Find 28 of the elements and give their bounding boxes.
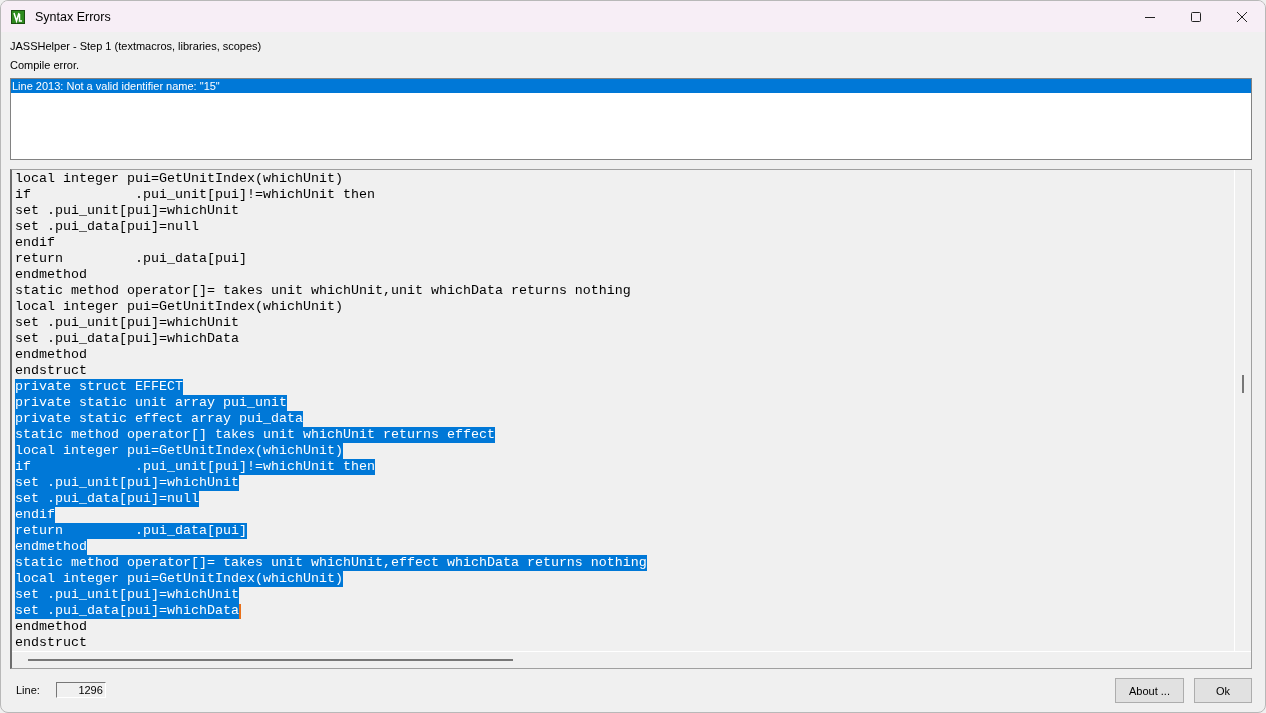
close-icon (1237, 11, 1247, 22)
error-item[interactable]: Line 2013: Not a valid identifier name: "15" (11, 79, 1251, 93)
status-text: JASSHelper - Step 1 (textmacros, libraries, scopes) (10, 39, 263, 53)
code-line: endmethod (15, 619, 87, 635)
status-text: Compile error. (10, 58, 81, 72)
code-line: return .pui_data[pui] (15, 251, 247, 267)
line-number-field[interactable]: 1296 (55, 681, 106, 698)
maximize-icon (1191, 11, 1201, 22)
code-line: set .pui_unit[pui]=whichUnit (15, 315, 239, 331)
scrollbar-thumb[interactable] (28, 659, 513, 661)
code-line: endmethod (15, 267, 87, 283)
app-icon (11, 9, 25, 24)
code-line: endstruct (15, 363, 87, 379)
code-line: set .pui_data[pui]=null (15, 219, 199, 235)
code-line: static method operator[]= takes unit whichUnit,unit whichData returns nothing (15, 283, 631, 299)
code-line: endstruct (15, 635, 87, 651)
about-button[interactable]: About ... (1115, 678, 1184, 703)
scrollbar-thumb[interactable] (1242, 375, 1244, 393)
line-label: Line: (16, 683, 40, 696)
code-line: local integer pui=GetUnitIndex(whichUnit) (15, 171, 343, 187)
window-title: Syntax Errors (35, 9, 111, 24)
ok-button[interactable]: Ok (1194, 678, 1252, 703)
code-line: local integer pui=GetUnitIndex(whichUnit) (15, 299, 343, 315)
code-line: endif (15, 235, 55, 251)
code-line: set .pui_unit[pui]=whichUnit (15, 203, 239, 219)
code-line: if .pui_unit[pui]!=whichUnit then (15, 187, 375, 203)
code-line: set .pui_data[pui]=whichData (15, 331, 239, 347)
code-line: endmethod (15, 347, 87, 363)
